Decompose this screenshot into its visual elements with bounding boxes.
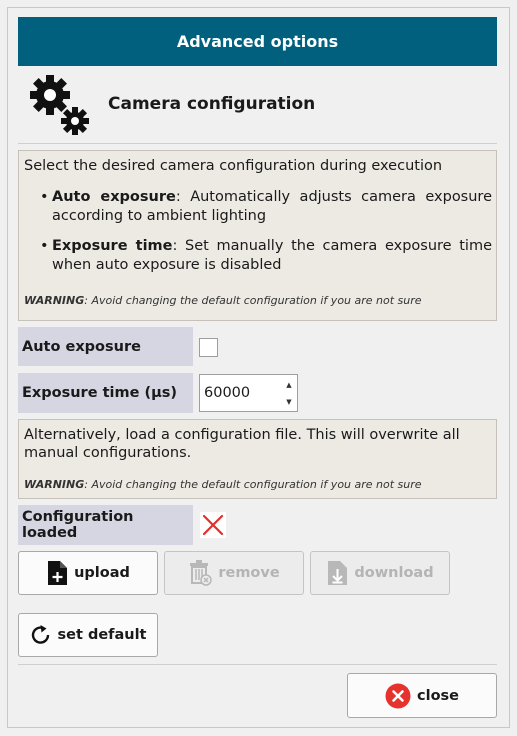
file-add-icon — [46, 560, 68, 586]
warning-label: WARNING — [24, 294, 85, 307]
close-label: close — [417, 687, 459, 704]
exposure-time-label: Exposure time (µs) — [18, 373, 193, 413]
gears-icon — [30, 75, 89, 135]
refresh-icon — [30, 624, 52, 646]
red-x-icon — [200, 512, 226, 538]
download-label: download — [354, 565, 434, 581]
warning-note: WARNING: Avoid changing the default conf… — [24, 291, 422, 310]
bullet-term: Auto exposure — [52, 189, 176, 205]
warning-text: : Avoid changing the default configurati… — [84, 294, 422, 307]
config-loaded-label-text: Configuration loaded — [22, 509, 134, 541]
exposure-time-spinbox: ▲ ▼ — [199, 374, 298, 412]
title-divider — [18, 143, 497, 144]
file-info-text: Alternatively, load a configuration file… — [24, 427, 460, 461]
section-title: Camera configuration — [108, 94, 316, 114]
info-intro: Select the desired camera configuration … — [24, 158, 443, 174]
bullet-exposure-time: • Exposure time: Set manually the camera … — [40, 237, 492, 275]
info-panel: Select the desired camera configuration … — [18, 150, 497, 321]
warning-note: WARNING: Avoid changing the default conf… — [24, 476, 422, 494]
bullet-dot: • — [40, 189, 49, 205]
auto-exposure-checkbox[interactable] — [199, 338, 218, 357]
close-circle-icon — [385, 683, 411, 709]
remove-label: remove — [218, 565, 280, 581]
file-download-icon — [326, 560, 348, 586]
exposure-time-label-text: Exposure time (µs) — [22, 385, 178, 401]
dialog-title: Advanced options — [176, 32, 339, 51]
warning-text: : Avoid changing the default configurati… — [84, 478, 422, 491]
upload-label: upload — [74, 565, 130, 581]
trash-icon — [188, 560, 213, 586]
bullet-dot: • — [40, 238, 49, 254]
exposure-time-input[interactable] — [203, 375, 282, 411]
spin-down-arrow-icon[interactable]: ▼ — [282, 393, 296, 410]
upload-button[interactable]: upload — [18, 551, 158, 595]
remove-button[interactable]: remove — [164, 551, 304, 595]
bottom-divider — [18, 664, 497, 665]
bullet-term: Exposure time — [52, 238, 173, 254]
auto-exposure-label: Auto exposure — [18, 327, 193, 366]
file-info-panel: Alternatively, load a configuration file… — [18, 419, 497, 499]
dialog-header: Advanced options — [18, 17, 497, 66]
set-default-button[interactable]: set default — [18, 613, 158, 657]
auto-exposure-label-text: Auto exposure — [22, 338, 141, 355]
warning-label: WARNING — [24, 478, 85, 491]
set-default-label: set default — [57, 627, 147, 643]
close-button[interactable]: close — [347, 673, 497, 718]
spin-up-arrow-icon[interactable]: ▲ — [282, 376, 296, 393]
bullet-auto-exposure: • Auto exposure: Automatically adjusts ca… — [40, 188, 492, 226]
download-button[interactable]: download — [310, 551, 450, 595]
config-loaded-label: Configuration loaded — [18, 505, 193, 545]
